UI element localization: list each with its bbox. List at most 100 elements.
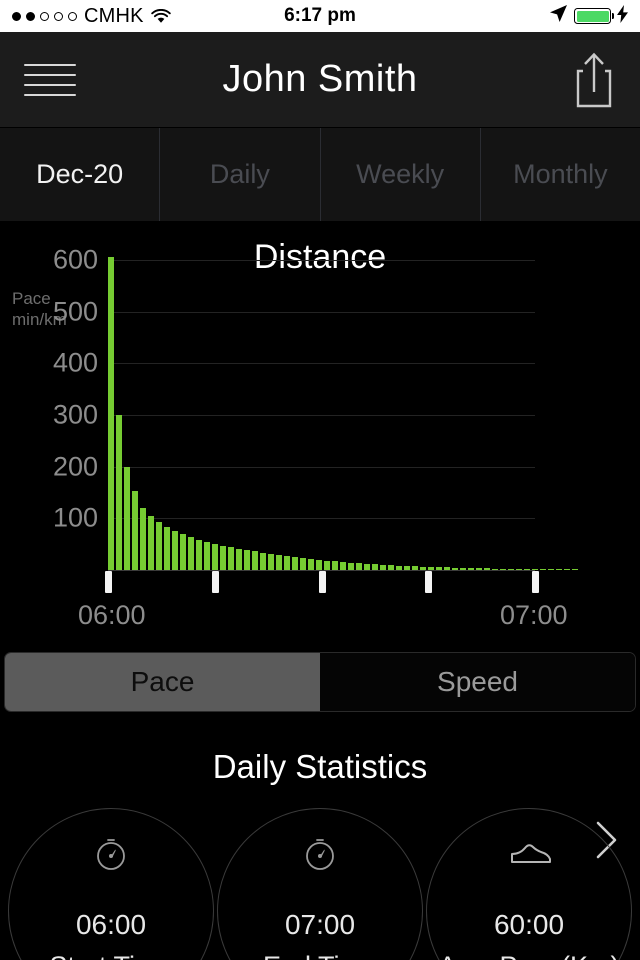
segment-pace[interactable]: Pace — [5, 653, 320, 711]
stat-label: Start Time — [9, 951, 213, 960]
bar[interactable] — [340, 561, 346, 570]
bar[interactable] — [164, 526, 170, 570]
hamburger-menu-icon[interactable] — [24, 63, 76, 96]
stat-circle-avg-pace-km[interactable]: 60:00 Avg. Pace(Km) — [426, 808, 632, 960]
bar[interactable] — [420, 566, 426, 570]
bar[interactable] — [236, 548, 242, 570]
bar-chart-plot[interactable]: 600 500 400 300 200 100 06:00 07:00 — [0, 222, 640, 652]
segment-speed[interactable]: Speed — [320, 653, 635, 711]
bar[interactable] — [260, 552, 266, 570]
chart-section: Distance Pace min/km 600 500 400 300 200 100 0… — [0, 222, 640, 859]
bar[interactable] — [292, 557, 298, 570]
bar[interactable] — [404, 565, 410, 570]
stat-circle-start-time[interactable]: 06:00 Start Time — [8, 808, 214, 960]
bar[interactable] — [140, 507, 146, 570]
bar[interactable] — [492, 568, 498, 570]
bar[interactable] — [508, 568, 514, 570]
bar[interactable] — [356, 563, 362, 570]
tab-label: Daily — [209, 159, 270, 189]
x-axis-tick — [318, 571, 326, 593]
bar[interactable] — [460, 567, 466, 570]
bar[interactable] — [108, 257, 114, 570]
bar[interactable] — [388, 565, 394, 570]
bar[interactable] — [196, 539, 202, 570]
bar[interactable] — [268, 553, 274, 570]
bar[interactable] — [324, 560, 330, 570]
tab-daily[interactable]: Daily — [160, 128, 321, 221]
bar[interactable] — [572, 569, 578, 570]
bar[interactable] — [428, 566, 434, 570]
bar[interactable] — [380, 564, 386, 570]
stopwatch-icon — [91, 835, 131, 875]
battery-icon — [574, 8, 614, 24]
bar[interactable] — [284, 556, 290, 570]
bar[interactable] — [180, 533, 186, 570]
bar[interactable] — [316, 559, 322, 570]
tab-label: Monthly — [513, 159, 608, 189]
bar[interactable] — [148, 516, 154, 570]
bar[interactable] — [228, 547, 234, 570]
signal-dot — [26, 11, 35, 21]
bar[interactable] — [532, 569, 538, 570]
status-bar-left: CMHK — [12, 5, 171, 28]
page-title: John Smith — [222, 58, 418, 100]
bar[interactable] — [124, 466, 130, 570]
running-shoe-icon — [509, 835, 551, 875]
lightning-bolt-icon — [617, 4, 628, 28]
tab-weekly[interactable]: Weekly — [321, 128, 481, 221]
bar[interactable] — [556, 569, 562, 570]
bar[interactable] — [396, 565, 402, 570]
stat-value: 60:00 — [493, 909, 565, 940]
bar[interactable] — [372, 564, 378, 570]
bar[interactable] — [412, 566, 418, 570]
period-tab-bar[interactable]: Dec-20 Daily Weekly Monthly — [0, 128, 640, 222]
bar[interactable] — [116, 414, 122, 570]
status-bar: CMHK 6:17 pm — [0, 0, 640, 32]
bar[interactable] — [548, 569, 554, 570]
tab-monthly[interactable]: Monthly — [481, 128, 640, 221]
bar[interactable] — [484, 568, 490, 570]
tab-dec-20[interactable]: Dec-20 — [0, 128, 161, 221]
bar[interactable] — [364, 563, 370, 570]
y-axis-tick-label: 300 — [52, 399, 98, 430]
stopwatch-icon — [300, 835, 340, 875]
x-axis-tick — [211, 571, 219, 593]
x-axis-tick — [532, 571, 539, 593]
metric-segmented-control[interactable]: Pace Speed — [4, 652, 636, 712]
bar[interactable] — [132, 491, 138, 570]
bar[interactable] — [172, 530, 178, 570]
y-axis-tick-label: 400 — [52, 347, 98, 378]
gridline — [108, 518, 535, 520]
bar[interactable] — [156, 522, 162, 570]
bar[interactable] — [452, 567, 458, 570]
bar[interactable] — [444, 567, 450, 570]
bar[interactable] — [212, 543, 218, 570]
bar[interactable] — [564, 569, 570, 570]
statistics-heading: Daily Statistics — [212, 748, 428, 785]
bar[interactable] — [332, 561, 338, 570]
bar[interactable] — [436, 567, 442, 570]
bar[interactable] — [476, 568, 482, 570]
bar[interactable] — [252, 551, 258, 570]
bar[interactable] — [500, 568, 506, 570]
bar[interactable] — [220, 545, 226, 570]
bar[interactable] — [308, 559, 314, 570]
bar[interactable] — [524, 569, 530, 570]
bar[interactable] — [348, 562, 354, 570]
bar[interactable] — [188, 536, 194, 570]
location-arrow-icon — [549, 4, 568, 28]
carrier-label: CMHK — [84, 4, 144, 27]
x-axis-tick — [425, 571, 433, 593]
bar[interactable] — [516, 568, 522, 570]
bar[interactable] — [204, 541, 210, 570]
bar[interactable] — [540, 569, 546, 570]
bar[interactable] — [468, 568, 474, 570]
y-axis-tick-label: 500 — [52, 296, 98, 327]
share-icon[interactable] — [572, 52, 616, 108]
bar[interactable] — [244, 550, 250, 570]
bar[interactable] — [276, 555, 282, 570]
metric-toggle-wrapper: Pace Speed — [0, 652, 640, 712]
bar[interactable] — [300, 558, 306, 570]
x-axis-end-label: 07:00 — [500, 600, 568, 630]
stat-circle-end-time[interactable]: 07:00 End Time — [217, 808, 423, 960]
